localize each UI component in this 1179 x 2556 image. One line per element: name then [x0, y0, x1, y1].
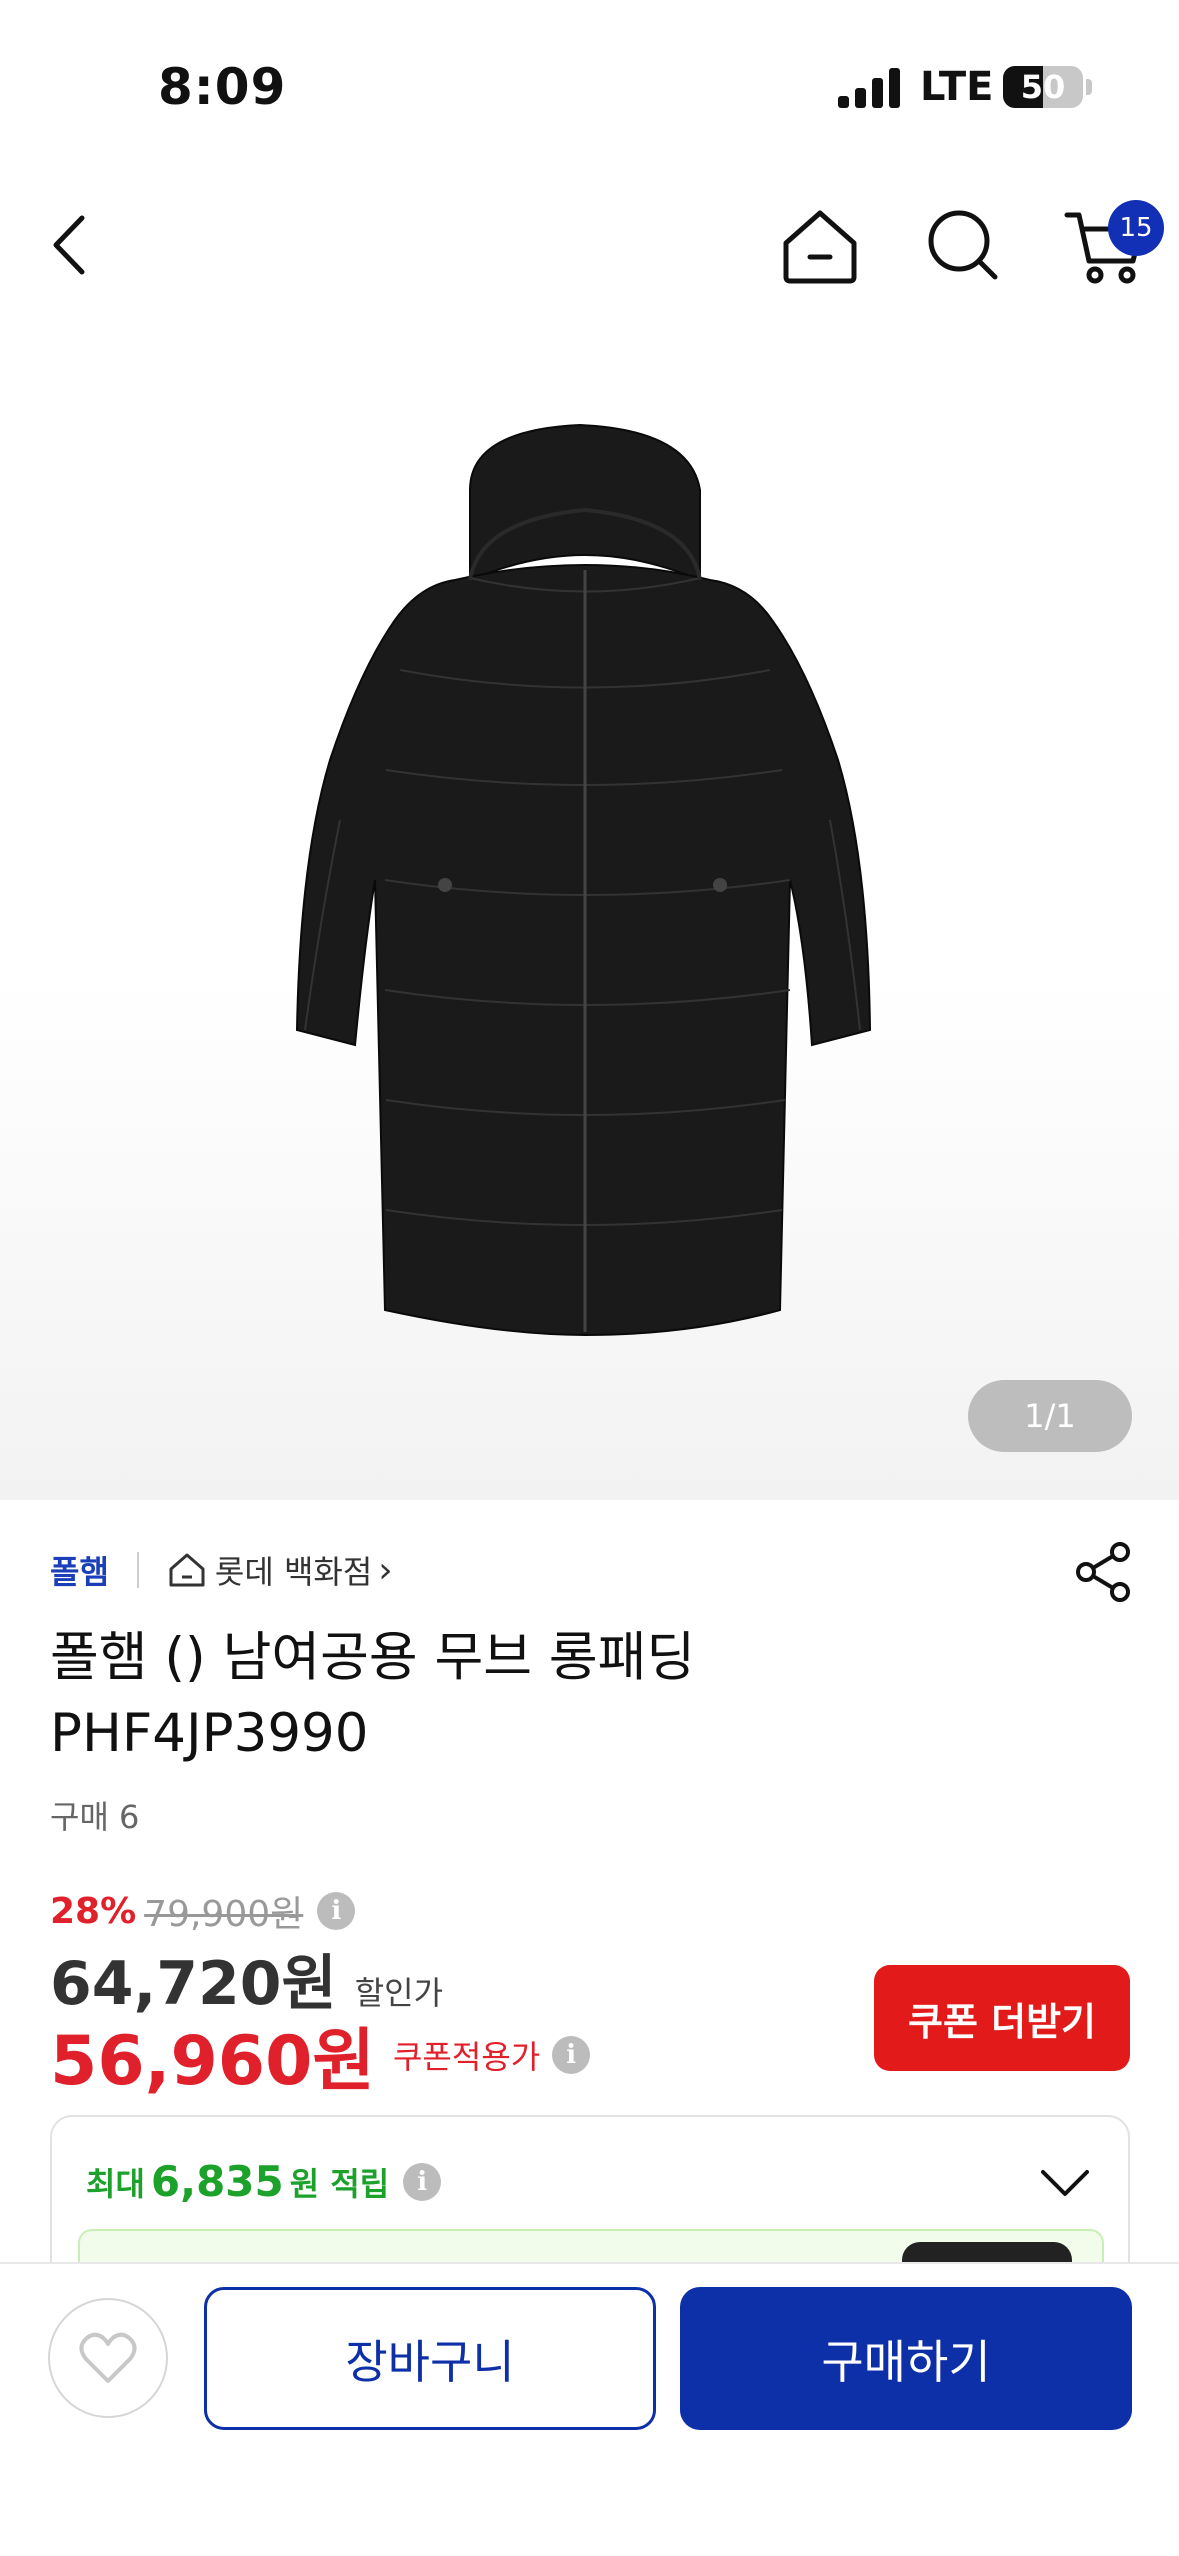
home-icon: [783, 210, 857, 284]
battery-cap: [1086, 79, 1092, 95]
share-button[interactable]: [1072, 1540, 1136, 1604]
product-image-gallery[interactable]: 1/1: [0, 340, 1179, 1500]
brand-link[interactable]: 폴햄: [50, 1547, 109, 1593]
chevron-left-icon: [53, 215, 85, 275]
wishlist-button[interactable]: [48, 2298, 168, 2418]
home-button[interactable]: [765, 190, 875, 300]
product-title: 폴햄 () 남여공용 무브 롱패딩 PHF4JP3990: [50, 1620, 1110, 1772]
product-title-line1: 폴햄 () 남여공용 무브 롱패딩: [50, 1627, 696, 1688]
points-suffix: 원 적립: [289, 2164, 390, 2203]
points-value: 6,835: [150, 2157, 284, 2206]
heart-icon: [79, 2332, 137, 2383]
coupon-price: 56,960원: [50, 2022, 375, 2101]
product-image: [295, 423, 872, 1337]
store-name: 롯데 백화점: [214, 1553, 373, 1591]
search-button[interactable]: [908, 190, 1018, 300]
page-separator: /: [1044, 1397, 1056, 1435]
coupon-price-label: 쿠폰적용가: [392, 2037, 541, 2076]
store-arrow-icon: ›: [378, 1549, 393, 1591]
page-current: 1: [1024, 1397, 1045, 1435]
points-row: 최대 6,835 원 적립 i: [86, 2157, 442, 2206]
coupon-price-row: 56,960원 쿠폰적용가 i: [50, 2005, 591, 2104]
status-time: 8:09: [158, 58, 287, 116]
discount-rate: 28%: [50, 1890, 137, 1932]
info-icon[interactable]: i: [552, 2035, 591, 2074]
purchase-count: 구매 6: [50, 1798, 140, 1836]
buy-now-button[interactable]: 구매하기: [680, 2287, 1132, 2430]
discount-row: 28% 79,900원 i: [50, 1885, 356, 1937]
store-link[interactable]: 롯데 백화점 ›: [167, 1547, 393, 1593]
divider: [136, 1552, 139, 1588]
info-icon[interactable]: i: [403, 2162, 442, 2201]
signal-icon: [838, 68, 900, 108]
top-navigation: [0, 190, 1179, 310]
search-icon: [928, 210, 998, 280]
page-total: 1: [1055, 1397, 1076, 1435]
points-prefix: 최대: [86, 2164, 145, 2203]
back-button[interactable]: [15, 190, 125, 300]
share-icon: [1076, 1542, 1130, 1602]
original-price: 79,900원: [144, 1894, 304, 1935]
store-icon: [169, 1553, 205, 1587]
cart-count-badge: 15: [1108, 200, 1164, 256]
add-to-cart-button[interactable]: 장바구니: [204, 2287, 656, 2430]
info-icon[interactable]: i: [317, 1892, 356, 1930]
chevron-down-icon[interactable]: [1037, 2162, 1093, 2202]
battery-level: 50: [1020, 68, 1066, 106]
coupon-more-button[interactable]: 쿠폰 더받기: [874, 1965, 1130, 2071]
image-page-indicator: 1/1: [968, 1380, 1132, 1452]
brand-row: 폴햄 롯데 백화점 ›: [50, 1545, 393, 1595]
battery-icon: 50: [1003, 66, 1083, 108]
status-bar: 8:09 LTE 50: [0, 0, 1179, 150]
product-title-line2: PHF4JP3990: [50, 1703, 369, 1764]
network-type: LTE: [920, 64, 994, 110]
